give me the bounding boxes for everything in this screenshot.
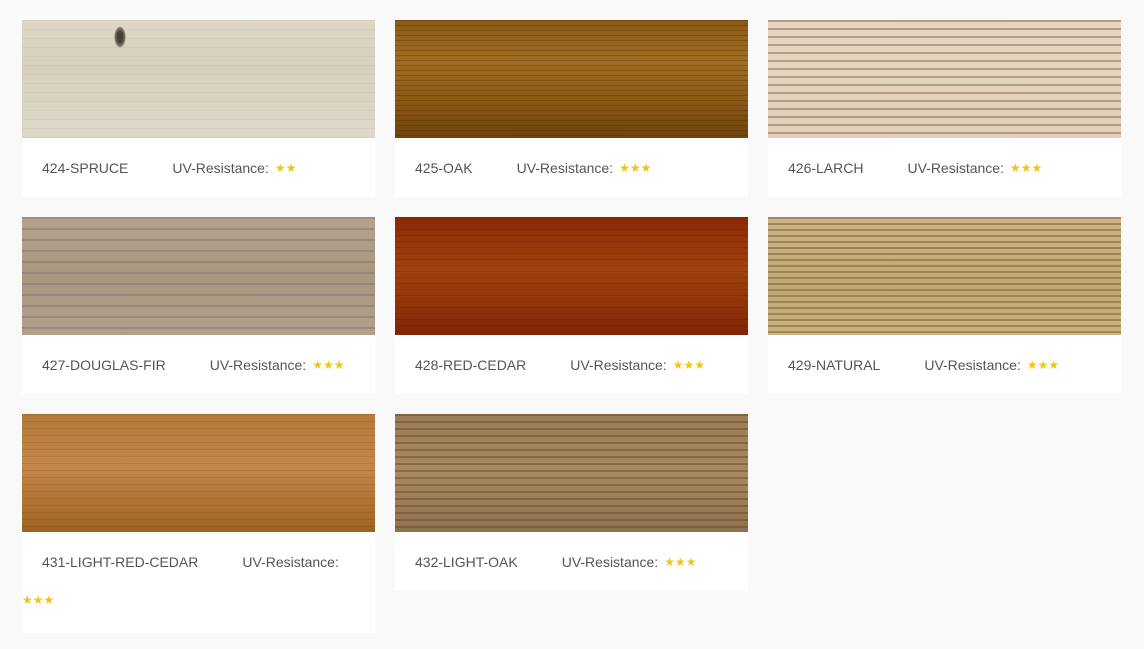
- product-card-424-spruce[interactable]: 424-SPRUCE UV-Resistance: ★★: [22, 20, 375, 197]
- star-rating-icon: ★★★: [22, 593, 55, 607]
- product-info: 432-LIGHT-OAK UV-Resistance: ★★★: [395, 532, 748, 591]
- star-rating-icon: ★★★: [1009, 160, 1043, 175]
- wood-swatch-image[interactable]: [22, 217, 375, 335]
- wood-swatch-image[interactable]: [768, 217, 1121, 335]
- product-card-425-oak[interactable]: 425-OAK UV-Resistance: ★★★: [395, 20, 748, 197]
- product-card-427-douglas-fir[interactable]: 427-DOUGLAS-FIR UV-Resistance: ★★★: [22, 217, 375, 394]
- uv-resistance-label: UV-Resistance:: [172, 159, 269, 176]
- product-info: 428-RED-CEDAR UV-Resistance: ★★★: [395, 335, 748, 394]
- star-rating-icon: ★★★: [672, 357, 706, 372]
- uv-resistance-label: UV-Resistance:: [516, 159, 614, 176]
- product-name[interactable]: 428-RED-CEDAR: [415, 357, 526, 373]
- product-card-428-red-cedar[interactable]: 428-RED-CEDAR UV-Resistance: ★★★: [395, 217, 748, 394]
- wood-swatch-image[interactable]: [22, 414, 375, 532]
- uv-resistance-label: UV-Resistance:: [570, 356, 667, 373]
- wood-swatch-image[interactable]: [395, 414, 748, 532]
- product-name[interactable]: 429-NATURAL: [788, 357, 880, 373]
- uv-resistance-label: UV-Resistance:: [907, 159, 1004, 176]
- uv-resistance-label: UV-Resistance:: [924, 356, 1021, 373]
- product-card-429-natural[interactable]: 429-NATURAL UV-Resistance: ★★★: [768, 217, 1121, 394]
- product-card-426-larch[interactable]: 426-LARCH UV-Resistance: ★★★: [768, 20, 1121, 197]
- product-name[interactable]: 431-LIGHT-RED-CEDAR: [42, 554, 198, 570]
- uv-resistance-label: UV-Resistance:: [242, 553, 339, 570]
- product-card-431-light-red-cedar[interactable]: 431-LIGHT-RED-CEDAR UV-Resistance: ★★★: [22, 414, 375, 633]
- product-name[interactable]: 432-LIGHT-OAK: [415, 554, 518, 570]
- wood-swatch-image[interactable]: [395, 20, 748, 138]
- product-name[interactable]: 425-OAK: [415, 160, 473, 176]
- product-name[interactable]: 426-LARCH: [788, 160, 863, 176]
- wood-swatch-image[interactable]: [395, 217, 748, 335]
- product-name[interactable]: 424-SPRUCE: [42, 160, 128, 176]
- product-info: 427-DOUGLAS-FIR UV-Resistance: ★★★: [22, 335, 375, 394]
- product-info: 431-LIGHT-RED-CEDAR UV-Resistance:: [22, 532, 375, 591]
- uv-resistance-label: UV-Resistance:: [209, 356, 307, 373]
- uv-resistance-label: UV-Resistance:: [561, 553, 659, 570]
- product-info: 425-OAK UV-Resistance: ★★★: [395, 138, 748, 197]
- product-info: 429-NATURAL UV-Resistance: ★★★: [768, 335, 1121, 394]
- star-rating-icon: ★★★: [619, 160, 652, 175]
- product-card-432-light-oak[interactable]: 432-LIGHT-OAK UV-Resistance: ★★★: [395, 414, 748, 591]
- product-info: 424-SPRUCE UV-Resistance: ★★: [22, 138, 375, 197]
- wood-swatch-image[interactable]: [768, 20, 1121, 138]
- star-rating-icon: ★★★: [1026, 357, 1060, 372]
- star-rating-icon: ★★★: [664, 554, 697, 569]
- star-rating-icon: ★★★: [312, 357, 345, 372]
- wood-knot: [114, 26, 126, 48]
- wood-swatch-image[interactable]: [22, 20, 375, 138]
- star-rating-icon: ★★: [274, 160, 297, 175]
- product-info: 426-LARCH UV-Resistance: ★★★: [768, 138, 1121, 197]
- product-name[interactable]: 427-DOUGLAS-FIR: [42, 357, 166, 373]
